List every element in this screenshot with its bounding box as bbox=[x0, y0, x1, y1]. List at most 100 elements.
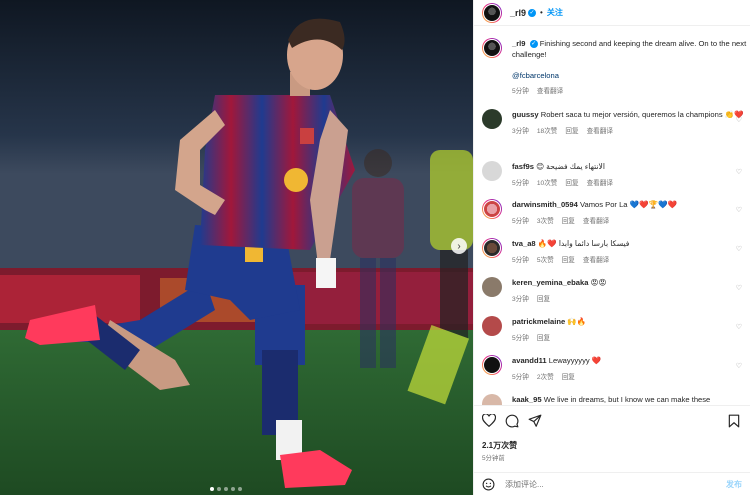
comment-avatar[interactable] bbox=[482, 161, 502, 181]
comment-username[interactable]: kaak_95 bbox=[512, 395, 542, 404]
comment-username[interactable]: fasf9s bbox=[512, 162, 534, 171]
comment-text: 😡😡 bbox=[590, 278, 607, 287]
comment-item: keren_yemina_ebaka 😡😡 3分钟 回复 ♡ bbox=[482, 277, 748, 303]
comment-reply-button[interactable]: 回复 bbox=[537, 293, 550, 303]
comment-reply-button[interactable]: 回复 bbox=[565, 177, 578, 187]
comment-username[interactable]: tva_a8 bbox=[512, 239, 536, 248]
comment-username[interactable]: avandd11 bbox=[512, 356, 547, 365]
caption-username[interactable]: _rl9 bbox=[512, 39, 526, 48]
carousel-dots bbox=[210, 487, 242, 491]
verified-badge-icon: ✓ bbox=[529, 40, 538, 48]
comment-likes[interactable]: 10次赞 bbox=[537, 177, 558, 187]
comment-item: kaak_95 We live in dreams, but I know we… bbox=[482, 394, 748, 405]
like-heart-icon[interactable] bbox=[482, 414, 496, 427]
comment-reply-button[interactable]: 回复 bbox=[537, 332, 550, 342]
comment-text: We live in dreams, but I know we can mak… bbox=[543, 395, 711, 404]
comment-username[interactable]: keren_yemina_ebaka bbox=[512, 278, 588, 287]
action-icons bbox=[482, 414, 542, 428]
caption-text: Finishing second and keeping the dream a… bbox=[512, 39, 747, 59]
comment-text: 🙌🔥 bbox=[567, 317, 587, 326]
comment-likes[interactable]: 3次赞 bbox=[537, 215, 554, 225]
comment-reply-button[interactable]: 回复 bbox=[562, 254, 575, 264]
comment-likes[interactable]: 2次赞 bbox=[537, 371, 554, 381]
post-actions: 2.1万次赞 5分钟前 添加评论... 发布 bbox=[474, 405, 750, 495]
verified-badge-icon: ✓ bbox=[528, 8, 537, 17]
carousel-dot bbox=[224, 487, 228, 491]
comment-likes[interactable]: 5次赞 bbox=[537, 254, 554, 264]
comment-avatar[interactable] bbox=[482, 199, 502, 219]
share-send-icon[interactable] bbox=[528, 414, 542, 428]
likes-count[interactable]: 2.1万次赞 bbox=[482, 440, 517, 451]
comment-translate-link[interactable]: 查看翻译 bbox=[583, 215, 609, 225]
comment-item: patrickmelaine 🙌🔥 5分钟 回复 ♡ bbox=[482, 316, 748, 342]
post-comment-button[interactable]: 发布 bbox=[726, 479, 742, 490]
carousel-dot bbox=[210, 487, 214, 491]
caption-item: _rl9 ✓ Finishing second and keeping the … bbox=[482, 38, 748, 95]
comment-time: 3分钟 bbox=[512, 128, 529, 135]
comment-time: 3分钟 bbox=[512, 296, 529, 303]
comment-like-heart-icon[interactable]: ♡ bbox=[736, 168, 742, 176]
comment-text: 😊 الانتهاء يمك فضيحة bbox=[536, 162, 605, 171]
caption-translate-link[interactable]: 查看翻译 bbox=[537, 85, 563, 95]
follow-button[interactable]: 关注 bbox=[547, 7, 563, 18]
comment-reply-button[interactable]: 回复 bbox=[565, 125, 578, 135]
comment-like-heart-icon[interactable]: ♡ bbox=[736, 323, 742, 331]
bookmark-save-icon[interactable] bbox=[728, 414, 740, 428]
comment-bubble-icon[interactable] bbox=[505, 414, 519, 428]
comment-item: guussy Robert saca tu mejor versión, que… bbox=[482, 109, 748, 135]
comment-translate-link[interactable]: 查看翻译 bbox=[587, 125, 613, 135]
comment-username[interactable]: patrickmelaine bbox=[512, 317, 565, 326]
carousel-dot bbox=[238, 487, 242, 491]
comment-item: tva_a8 🔥❤️ فيسكا بارسا دائما وابدا 5分钟 5… bbox=[482, 238, 748, 264]
comment-username[interactable]: guussy bbox=[512, 110, 539, 119]
comment-reply-button[interactable]: 回复 bbox=[562, 215, 575, 225]
comment-text: Robert saca tu mejor versión, queremos l… bbox=[540, 110, 723, 119]
comment-translate-link[interactable]: 查看翻译 bbox=[587, 177, 613, 187]
comment-text: Vamos Por La bbox=[579, 200, 628, 209]
comment-input[interactable]: 添加评论... bbox=[505, 479, 544, 490]
comment-avatar[interactable] bbox=[482, 109, 502, 129]
comment-time: 5分钟 bbox=[512, 180, 529, 187]
comment-item: avandd11 Lewayyyyyy ❤️ 5分钟 2次赞 回复 ♡ bbox=[482, 355, 748, 381]
comment-reply-button[interactable]: 回复 bbox=[562, 371, 575, 381]
comment-like-heart-icon[interactable]: ♡ bbox=[736, 245, 742, 253]
next-image-arrow-icon[interactable]: › bbox=[451, 238, 467, 254]
caption-time: 5分钟 bbox=[512, 88, 529, 95]
comment-like-heart-icon[interactable]: ♡ bbox=[736, 284, 742, 292]
header-separator: • bbox=[540, 8, 543, 17]
comment-username[interactable]: darwinsmith_0594 bbox=[512, 200, 578, 209]
comment-like-heart-icon[interactable]: ♡ bbox=[736, 206, 742, 214]
comment-time: 5分钟 bbox=[512, 335, 529, 342]
comment-avatar[interactable] bbox=[482, 277, 502, 297]
carousel-dot bbox=[231, 487, 235, 491]
comment-time: 5分钟 bbox=[512, 218, 529, 225]
comment-avatar[interactable] bbox=[482, 394, 502, 405]
emoji-smiley-icon[interactable] bbox=[482, 478, 495, 491]
post-header: _rl9 ✓ • 关注 bbox=[474, 0, 750, 26]
comment-like-heart-icon[interactable]: ♡ bbox=[736, 116, 742, 124]
comment-avatar[interactable] bbox=[482, 316, 502, 336]
post-time: 5分钟前 bbox=[482, 455, 505, 462]
comment-emoji: 💙❤️🏆💙❤️ bbox=[629, 200, 677, 209]
carousel-dot bbox=[217, 487, 221, 491]
comment-time: 5分钟 bbox=[512, 374, 529, 381]
comment-avatar[interactable] bbox=[482, 355, 502, 375]
comment-emoji: ❤️ bbox=[591, 356, 602, 365]
comments-list[interactable]: _rl9 ✓ Finishing second and keeping the … bbox=[474, 27, 750, 405]
comment-likes[interactable]: 18次赞 bbox=[537, 125, 558, 135]
post-side-panel: _rl9 ✓ • 关注 _rl9 ✓ Finishing second and … bbox=[473, 0, 750, 495]
player-photo-illustration bbox=[0, 0, 473, 495]
caption-tag-link[interactable]: @fcbarcelona bbox=[512, 71, 748, 80]
comment-avatar[interactable] bbox=[482, 238, 502, 258]
comment-item: fasf9s 😊 الانتهاء يمك فضيحة 5分钟 10次赞 回复 … bbox=[482, 161, 748, 187]
author-username[interactable]: _rl9 bbox=[510, 8, 526, 18]
comment-text: Lewayyyyyy bbox=[548, 356, 590, 365]
post-photo[interactable]: › bbox=[0, 0, 473, 495]
caption-avatar[interactable] bbox=[482, 38, 502, 58]
comment-translate-link[interactable]: 查看翻译 bbox=[583, 254, 609, 264]
comment-like-heart-icon[interactable]: ♡ bbox=[736, 362, 742, 370]
add-comment-bar: 添加评论... 发布 bbox=[474, 472, 750, 495]
comment-text: 🔥❤️ فيسكا بارسا دائما وابدا bbox=[537, 239, 630, 248]
author-avatar[interactable] bbox=[482, 2, 502, 23]
comment-item: darwinsmith_0594 Vamos Por La 💙❤️🏆💙❤️ 5分… bbox=[482, 199, 748, 225]
